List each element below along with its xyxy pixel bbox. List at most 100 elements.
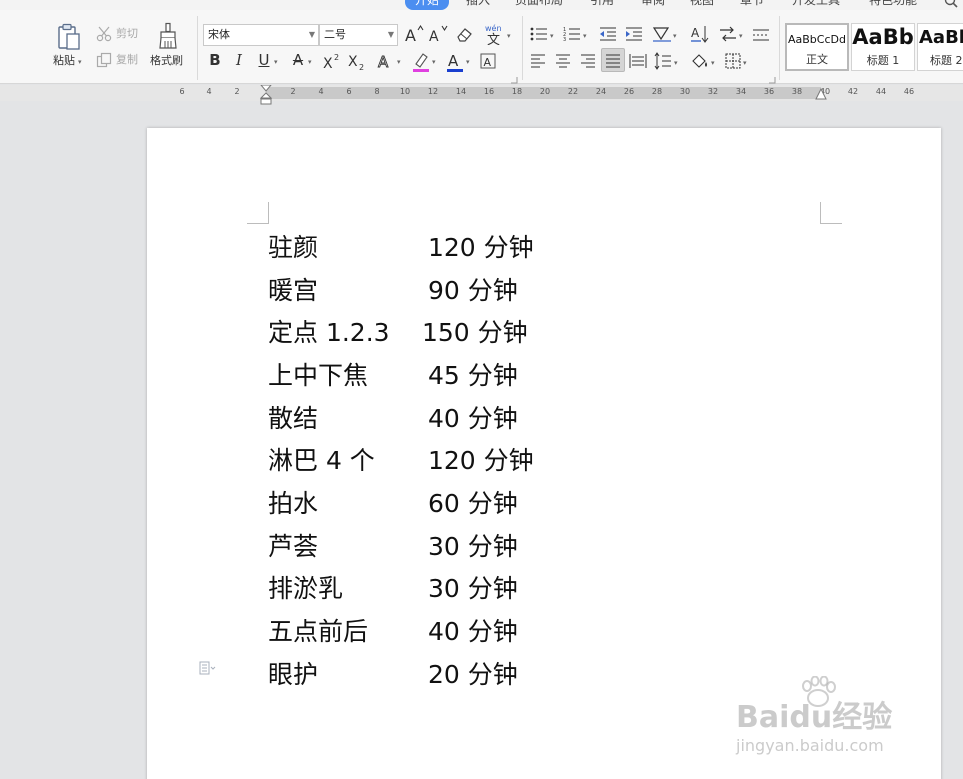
bullet-list-icon[interactable]: [530, 26, 548, 42]
shrink-font-icon[interactable]: A: [428, 24, 448, 44]
chevron-down-icon: ▼: [308, 30, 315, 39]
tab-view[interactable]: 视图: [690, 0, 714, 10]
numbered-list-icon[interactable]: 1 2 3: [563, 26, 581, 42]
svg-text:X: X: [348, 54, 358, 70]
decrease-indent-icon[interactable]: [599, 26, 617, 42]
scissors-icon[interactable]: [96, 26, 112, 42]
ruler-tick: 22: [567, 87, 579, 96]
borders-icon[interactable]: [725, 53, 741, 69]
tab-references[interactable]: 引用: [590, 0, 614, 10]
highlighter-icon[interactable]: [411, 51, 431, 73]
distributed-align-icon[interactable]: [629, 53, 647, 69]
text-effects-icon[interactable]: A: [377, 52, 395, 70]
ruler-tick: 12: [427, 87, 439, 96]
text-effects-dropdown-icon[interactable]: ▾: [397, 58, 401, 66]
style-heading-2[interactable]: AaBl 标题 2: [917, 23, 963, 71]
svg-text:3: 3: [563, 37, 566, 42]
cut-button[interactable]: 剪切: [116, 28, 138, 40]
strikethrough-dropdown-icon[interactable]: ▾: [308, 58, 312, 66]
tab-stops-icon[interactable]: [752, 26, 770, 42]
tab-developer[interactable]: 开发工具: [792, 0, 840, 10]
line-spacing-icon[interactable]: [654, 52, 672, 70]
clipboard-icon: [58, 23, 80, 50]
paragraph-layout-icon[interactable]: [199, 661, 217, 675]
tab-chapter[interactable]: 章节: [740, 0, 764, 10]
align-left-icon[interactable]: [530, 53, 546, 69]
font-color-icon[interactable]: A: [445, 51, 465, 73]
list-item: 暖宫 90 分钟: [268, 273, 668, 309]
item-name: 拍水: [268, 489, 319, 518]
horizontal-ruler[interactable]: 6 4 2 2 4 6 8 10 12 14 16 18 20 22 24 26…: [0, 85, 963, 105]
paragraph-dialog-launcher-icon[interactable]: [768, 76, 776, 84]
tab-review[interactable]: 审阅: [641, 0, 665, 10]
justify-icon: [606, 54, 620, 68]
grow-font-icon[interactable]: A: [404, 24, 424, 44]
eraser-icon[interactable]: [456, 25, 474, 43]
align-center-icon[interactable]: [555, 53, 571, 69]
numbering-dropdown-icon[interactable]: ▾: [583, 32, 587, 40]
font-name-select[interactable]: 宋体 ▼: [203, 24, 319, 46]
list-item: 定点 1.2.3 150 分钟: [268, 315, 668, 351]
tab-page-layout[interactable]: 页面布局: [515, 0, 563, 10]
paste-button[interactable]: [55, 22, 83, 52]
style-sample: AaBbCcDd: [788, 33, 846, 46]
align-right-icon[interactable]: [580, 53, 596, 69]
italic-icon[interactable]: I: [230, 51, 248, 71]
item-name: 淋巴 4 个: [268, 446, 375, 475]
char-border-icon[interactable]: A: [479, 52, 497, 70]
strikethrough-icon[interactable]: A: [289, 51, 307, 71]
list-item: 散结 40 分钟: [268, 401, 668, 437]
copy-icon[interactable]: [96, 52, 112, 68]
chinese-layout-icon[interactable]: [652, 25, 672, 43]
item-name: 上中下焦: [268, 361, 369, 390]
ruler-tick: 8: [374, 87, 380, 96]
style-normal[interactable]: AaBbCcDd 正文: [785, 23, 849, 71]
underline-dropdown-icon[interactable]: ▾: [274, 58, 278, 66]
tab-home[interactable]: 开始: [405, 0, 450, 10]
bold-icon[interactable]: B: [206, 51, 224, 71]
bullet-dropdown-icon[interactable]: ▾: [550, 32, 554, 40]
line-spacing-dropdown-icon[interactable]: ▾: [674, 59, 678, 67]
svg-text:A: A: [429, 29, 439, 44]
tab-features[interactable]: 特色功能: [869, 0, 917, 10]
font-color-dropdown-icon[interactable]: ▾: [466, 58, 470, 66]
list-item: 淋巴 4 个 120 分钟: [268, 443, 668, 479]
justify-button-selected[interactable]: [601, 48, 625, 72]
borders-dropdown-icon[interactable]: ▾: [743, 59, 747, 67]
first-line-indent-marker[interactable]: [260, 85, 272, 105]
sort-icon[interactable]: A: [690, 24, 710, 44]
phonetic-dropdown-icon[interactable]: ▾: [507, 32, 511, 40]
chinese-layout-dropdown-icon[interactable]: ▾: [673, 32, 677, 40]
copy-button[interactable]: 复制: [116, 54, 138, 66]
font-size-select[interactable]: 二号 ▼: [319, 24, 398, 46]
format-painter-icon[interactable]: [157, 22, 179, 50]
font-dialog-launcher-icon[interactable]: [510, 76, 518, 84]
tab-insert[interactable]: 插入: [466, 0, 490, 10]
search-icon[interactable]: [944, 0, 958, 8]
right-indent-marker[interactable]: [815, 87, 827, 101]
ruler-tick: 24: [595, 87, 607, 96]
text-direction-icon[interactable]: [718, 25, 738, 43]
paste-dropdown-icon[interactable]: ▾: [78, 58, 82, 66]
margin-corner-top-left: [247, 202, 269, 224]
increase-indent-icon[interactable]: [625, 26, 643, 42]
highlight-dropdown-icon[interactable]: ▾: [432, 58, 436, 66]
item-duration: 30 分钟: [428, 574, 518, 603]
ruler-tick: 16: [483, 87, 495, 96]
text-direction-dropdown-icon[interactable]: ▾: [739, 32, 743, 40]
item-duration: 30 分钟: [428, 532, 518, 561]
item-duration: 45 分钟: [428, 361, 518, 390]
format-painter-label[interactable]: 格式刷: [150, 55, 183, 67]
list-item: 五点前后 40 分钟: [268, 614, 668, 650]
style-name: 标题 1: [866, 54, 900, 67]
style-sample: AaBl: [919, 27, 963, 48]
style-heading-1[interactable]: AaBb 标题 1: [851, 23, 915, 71]
superscript-icon[interactable]: X 2: [322, 52, 342, 70]
underline-icon[interactable]: U: [255, 51, 273, 71]
subscript-icon[interactable]: X 2: [347, 52, 367, 70]
ruler-tick: 42: [847, 87, 859, 96]
shading-icon[interactable]: [690, 52, 710, 70]
shading-dropdown-icon[interactable]: ▾: [711, 59, 715, 67]
item-name: 芦荟: [268, 532, 319, 561]
phonetic-guide-icon[interactable]: wén 文: [484, 23, 506, 45]
